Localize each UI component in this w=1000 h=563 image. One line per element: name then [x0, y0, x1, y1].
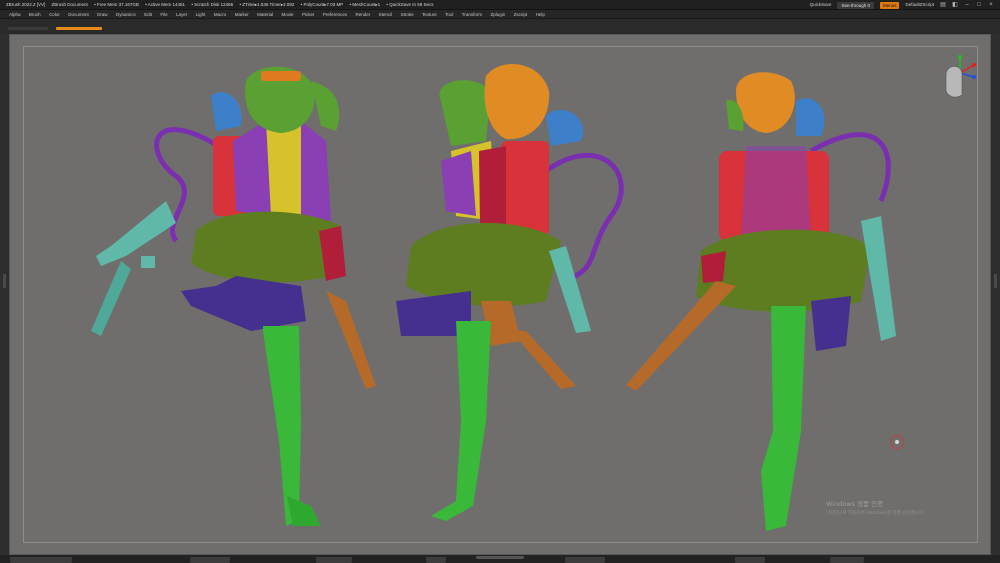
- menu-bar: Alpha Brush Color Document Draw Dynamics Edit F…: [0, 10, 1000, 19]
- menu-item-transform[interactable]: Transform: [462, 10, 491, 19]
- tab-strip: [0, 19, 1000, 34]
- menu-item-preferences[interactable]: Preferences: [323, 10, 356, 19]
- menu-item-zplugin[interactable]: Zplugin: [491, 10, 514, 19]
- polycount: • PolyCount▸7.03 MP: [300, 2, 344, 7]
- menu-item-render[interactable]: Render: [356, 10, 379, 19]
- menu-item-texture[interactable]: Texture: [422, 10, 445, 19]
- menu-item-dynamics[interactable]: Dynamics: [116, 10, 144, 19]
- menu-item-light[interactable]: Light: [196, 10, 214, 19]
- minimize-icon[interactable]: –: [964, 2, 970, 8]
- right-tray: [991, 34, 1000, 555]
- menu-item-edit[interactable]: Edit: [144, 10, 160, 19]
- menu-item-zscript[interactable]: Zscript: [514, 10, 536, 19]
- activation-watermark: Windows 정품 인증 [설정]으로 이동하여 Windows를 정품 인증…: [826, 500, 925, 518]
- document-name: ZBrush Document: [51, 2, 88, 7]
- menu-item-file[interactable]: File: [160, 10, 176, 19]
- menu-item-brush[interactable]: Brush: [29, 10, 49, 19]
- maximize-icon[interactable]: □: [976, 2, 982, 8]
- close-icon[interactable]: ×: [988, 2, 994, 8]
- menus-button[interactable]: Menus: [879, 1, 900, 9]
- layout-icon[interactable]: ▤: [940, 2, 946, 8]
- right-tray-handle[interactable]: [994, 274, 997, 288]
- menu-item-movie[interactable]: Movie: [282, 10, 302, 19]
- shelf-block[interactable]: [735, 557, 765, 563]
- menu-item-layer[interactable]: Layer: [176, 10, 196, 19]
- ztime: • ZTime▸1.536 Timer▸2.082: [239, 2, 295, 7]
- activation-subtitle: [설정]으로 이동하여 Windows를 정품 인증합니다.: [826, 511, 926, 516]
- active-mem: • Active Mem 14461: [145, 2, 186, 7]
- menu-item-color[interactable]: Color: [49, 10, 68, 19]
- scratch-disk: • Scratch Disk 12466: [191, 2, 234, 7]
- shelf-block[interactable]: [190, 557, 230, 563]
- model-viewport[interactable]: [10, 35, 992, 556]
- menu-item-material[interactable]: Material: [257, 10, 281, 19]
- navigation-head-icon[interactable]: [938, 47, 982, 103]
- shelf-block[interactable]: [316, 557, 352, 563]
- shelf-block[interactable]: [565, 557, 605, 563]
- menu-item-alpha[interactable]: Alpha: [9, 10, 29, 19]
- left-tray: [0, 34, 9, 555]
- figure-back: [626, 72, 896, 531]
- menu-item-macro[interactable]: Macro: [214, 10, 235, 19]
- shelf-block[interactable]: [830, 557, 864, 563]
- left-tray-handle[interactable]: [3, 274, 6, 288]
- menu-item-document[interactable]: Document: [68, 10, 97, 19]
- meshcount: • MeshCount▸1: [349, 2, 381, 7]
- menu-item-stencil[interactable]: Stencil: [379, 10, 401, 19]
- tab-inactive[interactable]: [8, 27, 48, 30]
- title-bar: ZBrush 2022.2 [VV] ZBrush Document • Fre…: [0, 0, 1000, 10]
- shelf-block[interactable]: [426, 557, 446, 563]
- free-mem: • Free Mem 37.167GB: [94, 2, 139, 7]
- palette-icon[interactable]: ◧: [952, 2, 958, 8]
- figure-front: [91, 66, 376, 526]
- bottom-tray-handle[interactable]: [476, 556, 524, 559]
- default-script-button[interactable]: DefaultZScript: [905, 0, 934, 10]
- activation-title: Windows 정품 인증: [826, 500, 884, 508]
- shelf-block[interactable]: [10, 557, 72, 563]
- quicksave-button[interactable]: QuickSave: [810, 0, 832, 10]
- menu-item-stroke[interactable]: Stroke: [401, 10, 422, 19]
- title-controls: QuickSave See-through 0 Menus DefaultZSc…: [810, 0, 1000, 10]
- menu-item-marker[interactable]: Marker: [235, 10, 257, 19]
- figure-side: [396, 64, 624, 521]
- tab-active[interactable]: [56, 27, 102, 30]
- menu-item-help[interactable]: Help: [536, 10, 554, 19]
- menu-item-tool[interactable]: Tool: [445, 10, 462, 19]
- document-canvas[interactable]: [9, 34, 991, 555]
- see-through-slider[interactable]: See-through 0: [837, 1, 874, 9]
- menu-item-picker[interactable]: Picker: [302, 10, 323, 19]
- bottom-shelf: [0, 555, 1000, 563]
- transform-pivot-icon[interactable]: [890, 435, 904, 449]
- menu-items: Alpha Brush Color Document Draw Dynamics Edit F…: [9, 10, 553, 19]
- quicksave-note: • QuickSave In 59 Secs: [386, 2, 434, 7]
- menu-item-draw[interactable]: Draw: [97, 10, 116, 19]
- app-title: ZBrush 2022.2 [VV]: [6, 2, 46, 7]
- title-status: ZBrush 2022.2 [VV] ZBrush Document • Fre…: [6, 0, 439, 10]
